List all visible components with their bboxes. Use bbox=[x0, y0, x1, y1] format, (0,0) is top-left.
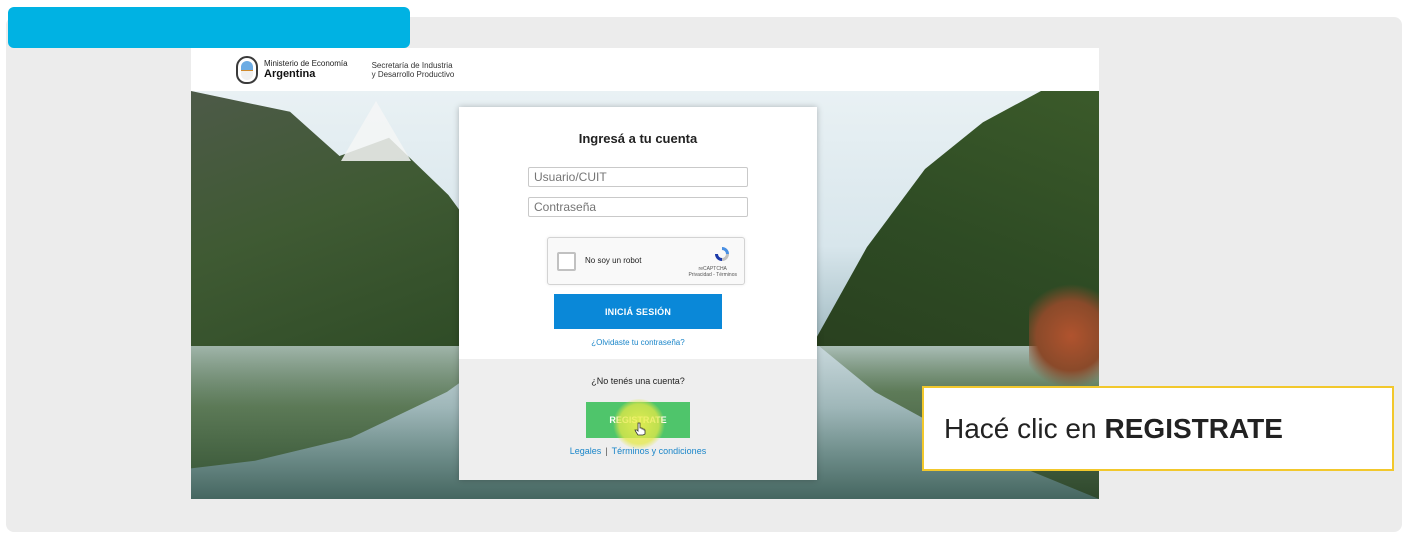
country-name: Argentina bbox=[264, 68, 316, 80]
footer-links: Legales | Términos y condiciones bbox=[459, 446, 817, 456]
argentina-seal-icon bbox=[236, 55, 258, 84]
terms-link[interactable]: Términos y condiciones bbox=[612, 446, 707, 456]
no-account-text: ¿No tenés una cuenta? bbox=[591, 376, 685, 386]
forgot-password-link[interactable]: ¿Olvidaste tu contraseña? bbox=[459, 338, 817, 347]
ministry-name: Ministerio de Economía bbox=[264, 59, 348, 68]
autumn-tree bbox=[1029, 281, 1099, 391]
register-section: ¿No tenés una cuenta? REGISTRATE Legales… bbox=[459, 359, 817, 480]
secretaria-line-1: Secretaría de Industria bbox=[371, 60, 453, 70]
recaptcha-widget: No soy un robot reCAPTCHA Privacidad - T… bbox=[547, 237, 745, 285]
instruction-callout: Hacé clic en REGISTRATE bbox=[922, 386, 1394, 471]
user-cuit-input[interactable] bbox=[528, 167, 748, 187]
tutorial-header-tab bbox=[8, 7, 410, 48]
recaptcha-privacy-links[interactable]: Privacidad - Términos bbox=[688, 272, 737, 278]
hand-cursor-icon bbox=[634, 422, 646, 436]
secretaria-line-2: y Desarrollo Productivo bbox=[371, 69, 455, 79]
legal-link[interactable]: Legales bbox=[570, 446, 602, 456]
password-input[interactable] bbox=[528, 197, 748, 217]
link-separator: | bbox=[605, 446, 608, 456]
recaptcha-label: No soy un robot bbox=[585, 256, 642, 265]
ministry-brand: Ministerio de Economía Argentina bbox=[264, 59, 348, 80]
callout-emphasis: REGISTRATE bbox=[1104, 412, 1283, 444]
callout-prefix: Hacé clic en bbox=[944, 412, 1097, 444]
site-header: Ministerio de Economía Argentina Secreta… bbox=[191, 48, 1099, 91]
secretaria-name: Secretaría de Industria y Desarrollo Pro… bbox=[372, 61, 455, 79]
login-title: Ingresá a tu cuenta bbox=[578, 131, 698, 146]
recaptcha-logo-icon bbox=[715, 247, 729, 261]
mountain-snow bbox=[341, 101, 411, 161]
login-button[interactable]: INICIÁ SESIÓN bbox=[554, 294, 722, 329]
recaptcha-checkbox[interactable] bbox=[557, 252, 576, 271]
recaptcha-brand: reCAPTCHA Privacidad - Términos bbox=[688, 266, 737, 278]
login-card: Ingresá a tu cuenta No soy un robot reCA… bbox=[459, 107, 817, 480]
